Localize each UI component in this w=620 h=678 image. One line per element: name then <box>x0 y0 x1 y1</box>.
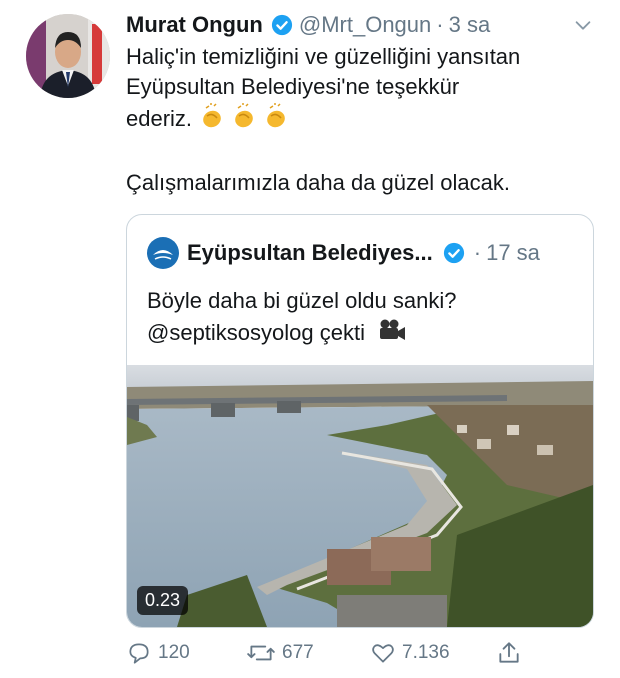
tweet-text-line: Eyüpsultan Belediyesi'ne teşekkür <box>126 74 460 99</box>
verified-badge-icon <box>443 242 465 264</box>
tweet-time[interactable]: 3 sa <box>449 12 491 38</box>
video-player[interactable]: 0.23 <box>127 365 593 627</box>
quoted-tweet-text: Böyle daha bi güzel oldu sanki? @septiks… <box>147 285 579 351</box>
reply-icon <box>126 640 152 666</box>
chevron-down-icon[interactable] <box>572 14 594 42</box>
separator: · <box>473 240 482 265</box>
retweet-icon <box>246 640 276 666</box>
municipality-logo-icon[interactable] <box>147 237 179 269</box>
emoji-group <box>198 102 290 138</box>
verified-badge-icon <box>271 14 293 36</box>
quoted-text-line: @septiksosyolog çekti <box>147 320 365 345</box>
like-button[interactable]: 7.136 <box>370 640 450 666</box>
author-handle[interactable]: @Mrt_Ongun <box>299 12 431 38</box>
quoted-author-name[interactable]: Eyüpsultan Belediyes... <box>187 240 433 266</box>
video-timer: 0.23 <box>137 586 189 615</box>
tweet-text-line: Haliç'in temizliğini ve güzelliğini yans… <box>126 44 521 69</box>
clapping-hands-icon <box>230 102 258 138</box>
reply-count: 120 <box>158 642 190 663</box>
like-count: 7.136 <box>402 642 450 663</box>
movie-camera-icon <box>377 318 407 351</box>
tweet-header: Murat Ongun @Mrt_Ongun · 3 sa <box>126 8 600 42</box>
quoted-tweet-header: Eyüpsultan Belediyes... · 17 sa <box>147 237 579 269</box>
retweet-button[interactable]: 677 <box>246 640 314 666</box>
author-name[interactable]: Murat Ongun <box>126 12 263 38</box>
quoted-tweet-card[interactable]: Eyüpsultan Belediyes... · 17 sa Böyle da… <box>126 214 594 628</box>
share-icon <box>496 640 522 666</box>
tweet-actions: 120 677 7.136 <box>126 640 526 674</box>
reply-button[interactable]: 120 <box>126 640 190 666</box>
author-avatar[interactable] <box>26 14 110 98</box>
clapping-hands-icon <box>198 102 226 138</box>
separator: · <box>436 12 444 37</box>
quoted-text-line: Böyle daha bi güzel oldu sanki? <box>147 288 457 313</box>
heart-icon <box>370 640 396 666</box>
tweet-text-line: Çalışmalarımızla daha da güzel olacak. <box>126 170 510 195</box>
quoted-tweet-time[interactable]: 17 sa <box>486 240 540 266</box>
clapping-hands-icon <box>262 102 290 138</box>
video-frame <box>127 365 593 627</box>
retweet-count: 677 <box>282 642 314 663</box>
tweet-text-line: ederiz. <box>126 105 193 131</box>
share-button[interactable] <box>496 640 522 666</box>
tweet-text: Haliç'in temizliğini ve güzelliğini yans… <box>126 42 606 198</box>
